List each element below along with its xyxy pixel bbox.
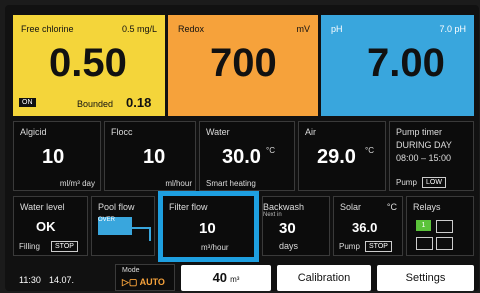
air-deg: °C [365,146,374,155]
water-temp-tile[interactable]: Water 30.0 °C Smart heating [199,121,295,191]
relay-3-indicator[interactable] [416,237,433,250]
water-value: 30.0 [222,146,261,168]
pump-timer-line2: 08:00 – 15:00 [396,153,452,163]
filter-flow-label: Filter flow [169,202,208,212]
mode-tile[interactable]: Mode ▷▢ AUTO [115,264,175,291]
filter-flow-unit: m³/hour [201,243,229,252]
ph-tile[interactable]: pH 7.0 pH 7.00 [321,15,474,116]
algicid-tile[interactable]: Algicid 10 ml/m³ day [13,121,101,191]
over-indicator: OVER [98,217,132,235]
algicid-label: Algicid [20,127,47,137]
chlorine-label: Free chlorine [21,24,74,34]
backwash-next: Next in [263,212,282,218]
solar-pump-label: Pump [339,242,360,251]
ph-value: 7.00 [367,41,445,85]
filling-stop-box[interactable]: STOP [51,241,78,252]
relays-tile[interactable]: Relays 1 [406,196,474,256]
solar-value: 36.0 [352,220,378,235]
bounded-value: 0.18 [126,95,152,110]
pump-timer-line1: DURING DAY [396,140,452,150]
algicid-unit: ml/m³ day [59,179,95,188]
relays-label: Relays [413,202,441,212]
mode-label: Mode [122,267,140,274]
settings-button[interactable]: Settings [377,265,474,291]
flow-pipe [132,227,150,229]
filter-flow-tile[interactable]: Filter flow 10 m³/hour [158,191,259,262]
on-badge: ON [19,98,36,107]
water-level-value: OK [36,219,56,234]
pump-timer-tile[interactable]: Pump timer DURING DAY 08:00 – 15:00 Pump… [389,121,474,191]
pool-flow-label: Pool flow [98,202,135,212]
filling-label: Filling [19,242,40,251]
solar-stop-box[interactable]: STOP [365,241,392,252]
solar-deg: °C [386,202,397,212]
water-deg: °C [266,146,275,155]
pool-controller-screen: Free chlorine 0.5 mg/L 0.50 ON Bounded 0… [5,5,479,291]
pump-timer-label: Pump timer [396,127,443,137]
backwash-label: Backwash [263,202,305,212]
filter-flow-value: 10 [199,220,216,237]
backwash-tile[interactable]: Backwash Next in 30 days [262,196,330,256]
water-smart-heating: Smart heating [206,179,256,188]
pump-label: Pump [396,178,417,187]
mode-value: ▷▢ AUTO [122,277,165,287]
chlorine-setpoint: 0.5 mg/L [121,24,157,34]
air-label: Air [305,127,316,137]
calibration-button[interactable]: Calibration [277,265,371,291]
backwash-value: 30 [279,220,296,237]
relay-2-indicator[interactable] [436,220,453,233]
chlorine-value: 0.50 [49,41,127,85]
relay-4-indicator[interactable] [436,237,453,250]
volume-button[interactable]: 40 m³ [181,265,271,291]
air-value: 29.0 [317,146,356,168]
flocc-value: 10 [143,146,166,168]
flocc-label: Flocc [111,127,133,137]
redox-label: Redox [178,24,205,34]
water-level-tile[interactable]: Water level OK Filling STOP [13,196,88,256]
ph-setpoint: 7.0 pH [439,24,466,34]
flocc-unit: ml/hour [165,179,192,188]
volume-value: 40 [212,270,228,285]
bounded-label: Bounded [77,99,114,109]
clock-time: 11:30 [19,275,41,285]
water-label: Water [206,127,230,137]
pool-flow-tile[interactable]: Pool flow OVER [91,196,155,256]
flow-pipe-down [149,227,151,241]
volume-unit: m³ [230,275,240,284]
redox-tile[interactable]: Redox mV 700 [168,15,318,116]
flocc-tile[interactable]: Flocc 10 ml/hour [104,121,196,191]
water-level-label: Water level [20,202,65,212]
ph-label: pH [331,24,343,34]
solar-label: Solar [340,202,362,212]
air-temp-tile[interactable]: Air 29.0 °C [298,121,386,191]
clock-date: 14.07. [49,275,75,285]
redox-unit: mV [296,24,311,34]
redox-value: 700 [210,41,277,85]
relay-1-indicator[interactable]: 1 [416,220,431,231]
pump-mode-box[interactable]: LOW [422,177,446,188]
algicid-value: 10 [42,146,65,168]
free-chlorine-tile[interactable]: Free chlorine 0.5 mg/L 0.50 ON Bounded 0… [13,15,165,116]
backwash-unit: days [279,241,299,251]
solar-tile[interactable]: Solar °C 36.0 Pump STOP [333,196,403,256]
